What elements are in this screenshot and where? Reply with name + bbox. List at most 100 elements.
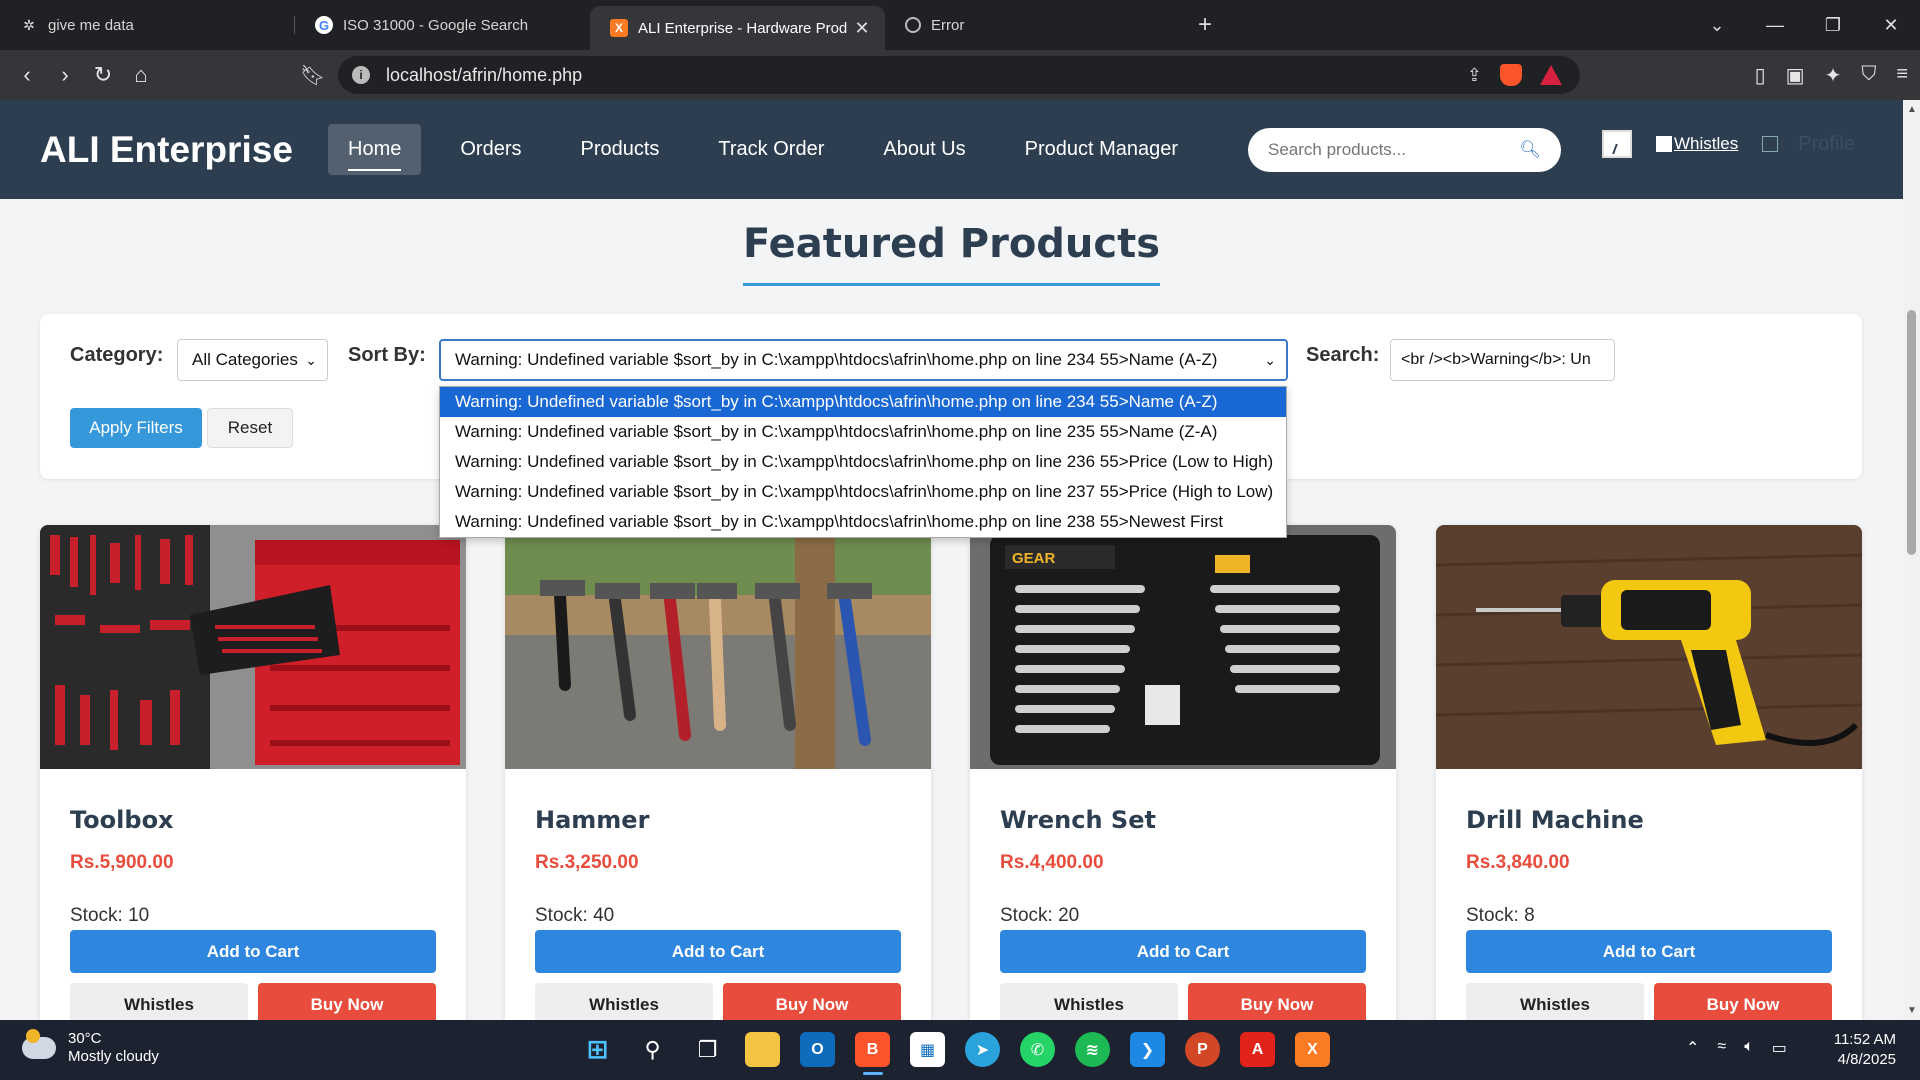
nav-products[interactable]: Products — [560, 124, 679, 175]
tab-google-search[interactable]: G ISO 31000 - Google Search — [295, 0, 590, 50]
whatsapp-icon[interactable]: ✆ — [1020, 1032, 1055, 1067]
xampp-icon[interactable]: X — [1295, 1032, 1330, 1067]
weather-desc: Mostly cloudy — [68, 1048, 159, 1065]
nav-home[interactable]: Home — [328, 124, 422, 175]
nav-about-us[interactable]: About Us — [863, 124, 985, 175]
close-window-icon[interactable]: ✕ — [1862, 15, 1920, 36]
whistles-link[interactable]: Whistles — [1656, 134, 1738, 154]
task-view-icon[interactable]: ❐ — [690, 1032, 725, 1067]
file-explorer-icon[interactable] — [745, 1032, 780, 1067]
tab-search-chevron-icon[interactable]: ⌄ — [1688, 15, 1746, 36]
product-image[interactable] — [40, 525, 466, 769]
spotify-icon[interactable]: ≋ — [1075, 1032, 1110, 1067]
scroll-thumb[interactable] — [1907, 310, 1916, 555]
product-name[interactable]: Wrench Set — [1000, 806, 1156, 834]
openai-icon: ✲ — [23, 16, 35, 33]
add-to-cart-button[interactable]: Add to Cart — [1000, 930, 1366, 973]
battery-icon[interactable]: ▭ — [1772, 1038, 1787, 1058]
brave-rewards-icon[interactable] — [1540, 65, 1562, 85]
buy-now-button[interactable]: Buy Now — [723, 983, 901, 1020]
search-icon[interactable]: ⚲ — [635, 1032, 670, 1067]
sort-select[interactable]: Warning: Undefined variable $sort_by in … — [439, 339, 1288, 381]
product-card: Toolbox Rs.5,900.00 Stock: 10 Add to Car… — [40, 525, 466, 1020]
apply-filters-button[interactable]: Apply Filters — [70, 408, 202, 448]
sort-option[interactable]: Warning: Undefined variable $sort_by in … — [440, 477, 1286, 507]
vscode-icon[interactable]: ❯ — [1130, 1032, 1165, 1067]
tab-error[interactable]: Error — [885, 0, 1180, 50]
product-name[interactable]: Toolbox — [70, 806, 174, 834]
nav-track-order[interactable]: Track Order — [698, 124, 844, 175]
category-select[interactable]: All Categories ⌄ — [177, 339, 328, 381]
weather-widget[interactable]: 30°C Mostly cloudy — [22, 1029, 159, 1066]
microsoft-store-icon[interactable]: ▦ — [910, 1032, 945, 1067]
leo-ai-icon[interactable]: ✦ — [1825, 63, 1842, 88]
telegram-icon[interactable]: ➤ — [965, 1032, 1000, 1067]
buy-now-button[interactable]: Buy Now — [1654, 983, 1832, 1020]
scroll-up-icon[interactable]: ▲ — [1907, 104, 1917, 115]
restore-icon[interactable]: ❐ — [1804, 15, 1862, 36]
search-icon[interactable]: 🔍︎ — [1519, 140, 1541, 160]
product-price: Rs.3,250.00 — [535, 852, 639, 873]
whistles-button[interactable]: Whistles — [70, 983, 248, 1020]
tray-chevron-up-icon[interactable]: ⌃ — [1686, 1038, 1699, 1058]
wifi-icon[interactable]: ≈ — [1717, 1038, 1726, 1058]
add-to-cart-button[interactable]: Add to Cart — [70, 930, 436, 973]
sidebar-icon[interactable]: ▯ — [1755, 63, 1766, 88]
reset-button[interactable]: Reset — [207, 408, 293, 448]
profile-link[interactable]: Profile — [1762, 133, 1855, 156]
sort-option[interactable]: Warning: Undefined variable $sort_by in … — [440, 447, 1286, 477]
wallet-icon[interactable]: ▣ — [1786, 63, 1805, 88]
product-image[interactable] — [1436, 525, 1862, 769]
search-input[interactable] — [1268, 140, 1520, 160]
volume-icon[interactable]: 🔈︎ — [1744, 1038, 1754, 1058]
browser-tab-bar: ✲ give me data G ISO 31000 - Google Sear… — [0, 0, 1920, 50]
site-info-icon[interactable]: i — [352, 66, 370, 84]
product-price: Rs.3,840.00 — [1466, 852, 1570, 873]
system-clock[interactable]: 11:52 AM 4/8/2025 — [1834, 1030, 1896, 1070]
brand-logo[interactable]: ALI Enterprise — [40, 129, 293, 171]
product-image[interactable]: GEAR — [970, 525, 1396, 769]
tab-ali-enterprise[interactable]: X ALI Enterprise - Hardware Prod ✕ — [590, 6, 885, 50]
vpn-icon[interactable]: ⛉ — [1861, 63, 1876, 88]
windows-start-icon[interactable]: ⊞ — [580, 1032, 615, 1067]
outlook-icon[interactable]: O — [800, 1032, 835, 1067]
sort-option[interactable]: Warning: Undefined variable $sort_by in … — [440, 417, 1286, 447]
share-icon[interactable]: ⇪ — [1467, 65, 1482, 86]
page-title: Featured Products — [742, 221, 1161, 286]
filter-search-input[interactable]: <br /><b>Warning</b>: Un — [1390, 339, 1615, 381]
tab-title: Error — [931, 16, 965, 34]
menu-icon[interactable]: ≡ — [1896, 63, 1908, 88]
whistles-button[interactable]: Whistles — [1466, 983, 1644, 1020]
scroll-down-icon[interactable]: ▼ — [1907, 1005, 1917, 1016]
brave-shield-icon[interactable] — [1500, 64, 1522, 86]
sort-option[interactable]: Warning: Undefined variable $sort_by in … — [440, 507, 1286, 537]
product-image[interactable] — [505, 525, 931, 769]
buy-now-button[interactable]: Buy Now — [1188, 983, 1366, 1020]
product-name[interactable]: Hammer — [535, 806, 649, 834]
home-icon[interactable]: ⌂ — [122, 62, 160, 88]
cart-icon[interactable] — [1602, 130, 1632, 158]
brave-browser-icon[interactable]: B — [855, 1032, 890, 1075]
powerpoint-icon[interactable]: P — [1185, 1032, 1220, 1067]
whistles-button[interactable]: Whistles — [535, 983, 713, 1020]
buy-now-button[interactable]: Buy Now — [258, 983, 436, 1020]
nav-orders[interactable]: Orders — [440, 124, 541, 175]
page-scrollbar[interactable]: ▲ ▼ — [1903, 100, 1920, 1020]
reload-icon[interactable]: ↻ — [84, 62, 122, 88]
tab-give-me-data[interactable]: ✲ give me data — [0, 0, 295, 50]
add-to-cart-button[interactable]: Add to Cart — [1466, 930, 1832, 973]
address-bar[interactable]: i localhost/afrin/home.php ⇪ — [338, 56, 1580, 94]
new-tab-button[interactable]: + — [1180, 0, 1230, 50]
forward-icon[interactable]: › — [46, 62, 84, 88]
minimize-icon[interactable]: — — [1746, 15, 1804, 36]
add-to-cart-button[interactable]: Add to Cart — [535, 930, 901, 973]
sort-dropdown-list: Warning: Undefined variable $sort_by in … — [439, 386, 1287, 538]
sort-option[interactable]: Warning: Undefined variable $sort_by in … — [440, 387, 1286, 417]
bookmark-icon[interactable]: 🔖︎ — [300, 63, 325, 88]
acrobat-icon[interactable]: A — [1240, 1032, 1275, 1067]
close-tab-icon[interactable]: ✕ — [853, 18, 871, 39]
nav-product-manager[interactable]: Product Manager — [1005, 124, 1198, 175]
product-name[interactable]: Drill Machine — [1466, 806, 1644, 834]
back-icon[interactable]: ‹ — [8, 62, 46, 88]
whistles-button[interactable]: Whistles — [1000, 983, 1178, 1020]
